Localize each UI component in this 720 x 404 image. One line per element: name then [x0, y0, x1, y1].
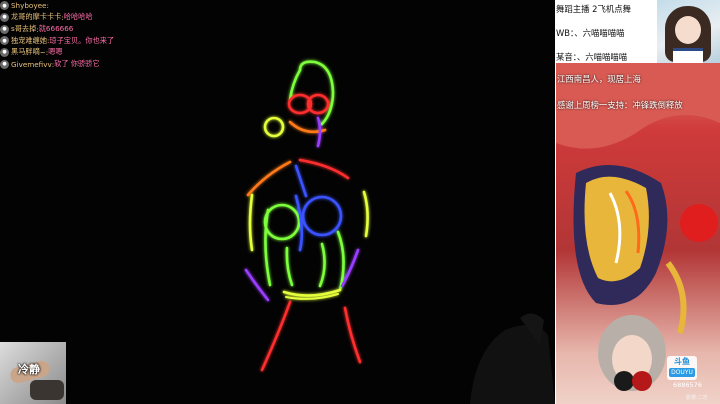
info-line-douyin: 某音：、六喵喵喵喵: [556, 52, 628, 62]
chat-username[interactable]: s哥去掉: [11, 24, 36, 34]
chat-message: ● 龙哥的摩卡卡卡 : 哈哈哈哈: [0, 12, 200, 23]
douyu-logo-tag: DOUYU: [669, 368, 695, 377]
cosplay-poster: 江西南昌人，现居上海 感谢上周榜一支持：冲锋跌倒释放: [556, 63, 720, 404]
chat-username[interactable]: 独宠难缠她: [11, 36, 47, 46]
chat-text: 软了 你骄骄它: [54, 59, 100, 69]
chat-separator: :: [46, 1, 49, 11]
user-avatar-icon[interactable]: ●: [0, 59, 9, 69]
info-line-title: 舞蹈主播 2飞机点舞: [556, 4, 631, 14]
chat-overlay: ● Shyboyee : ● 龙哥的摩卡卡卡 : 哈哈哈哈 ● s哥去掉 : 就…: [0, 0, 200, 70]
chat-message: ● 黑马胖嘀 ~: 嗯嗯: [0, 47, 200, 58]
info-line-hometown: 江西南昌人，现居上海: [557, 74, 641, 84]
chat-message: ● Shyboyee :: [0, 0, 200, 11]
chat-separator: ~:: [39, 47, 49, 57]
info-line-thanks: 感谢上周榜一支持：冲锋跌倒释放: [557, 100, 683, 110]
chat-text: 哈哈哈哈: [63, 12, 93, 22]
poster-watermark: 影楼:二次: [686, 395, 708, 401]
chat-message: ● Givemefivv : 软了 你骄骄它: [0, 58, 200, 69]
user-avatar-icon[interactable]: ●: [0, 47, 9, 57]
streamer-photo: [657, 0, 720, 63]
photo-face: [675, 16, 701, 44]
photo-collar: [673, 48, 703, 63]
douyu-logo-title: 斗鱼: [674, 357, 690, 366]
user-avatar-icon[interactable]: ●: [0, 24, 9, 34]
info-line-weibo: WB：、六喵喵喵喵: [556, 28, 625, 38]
chat-username[interactable]: Shyboyee: [11, 1, 46, 10]
chat-text: 就666666: [38, 24, 74, 34]
camera-label: 冷静: [18, 363, 40, 376]
chat-message: ● s哥去掉 : 就666666: [0, 23, 200, 34]
user-avatar-icon[interactable]: ●: [0, 1, 9, 11]
cosplay-illustration: [556, 63, 720, 391]
chat-username[interactable]: Givemefivv: [11, 60, 52, 69]
chat-username[interactable]: 黑马胖嘀: [11, 47, 40, 57]
chat-message: ● 独宠难缠她 : 琼子宝贝。你也来了: [0, 35, 200, 46]
room-id: 6886576: [673, 381, 702, 389]
chat-text: 琼子宝贝。你也来了: [49, 35, 115, 45]
chat-text: 嗯嗯: [48, 47, 63, 57]
douyu-logo: 斗鱼 DOUYU: [667, 356, 697, 380]
chat-username[interactable]: 龙哥的摩卡卡卡: [11, 12, 61, 22]
camera-subject: [30, 380, 64, 400]
user-avatar-icon[interactable]: ●: [0, 12, 9, 22]
user-avatar-icon[interactable]: ●: [0, 36, 9, 46]
